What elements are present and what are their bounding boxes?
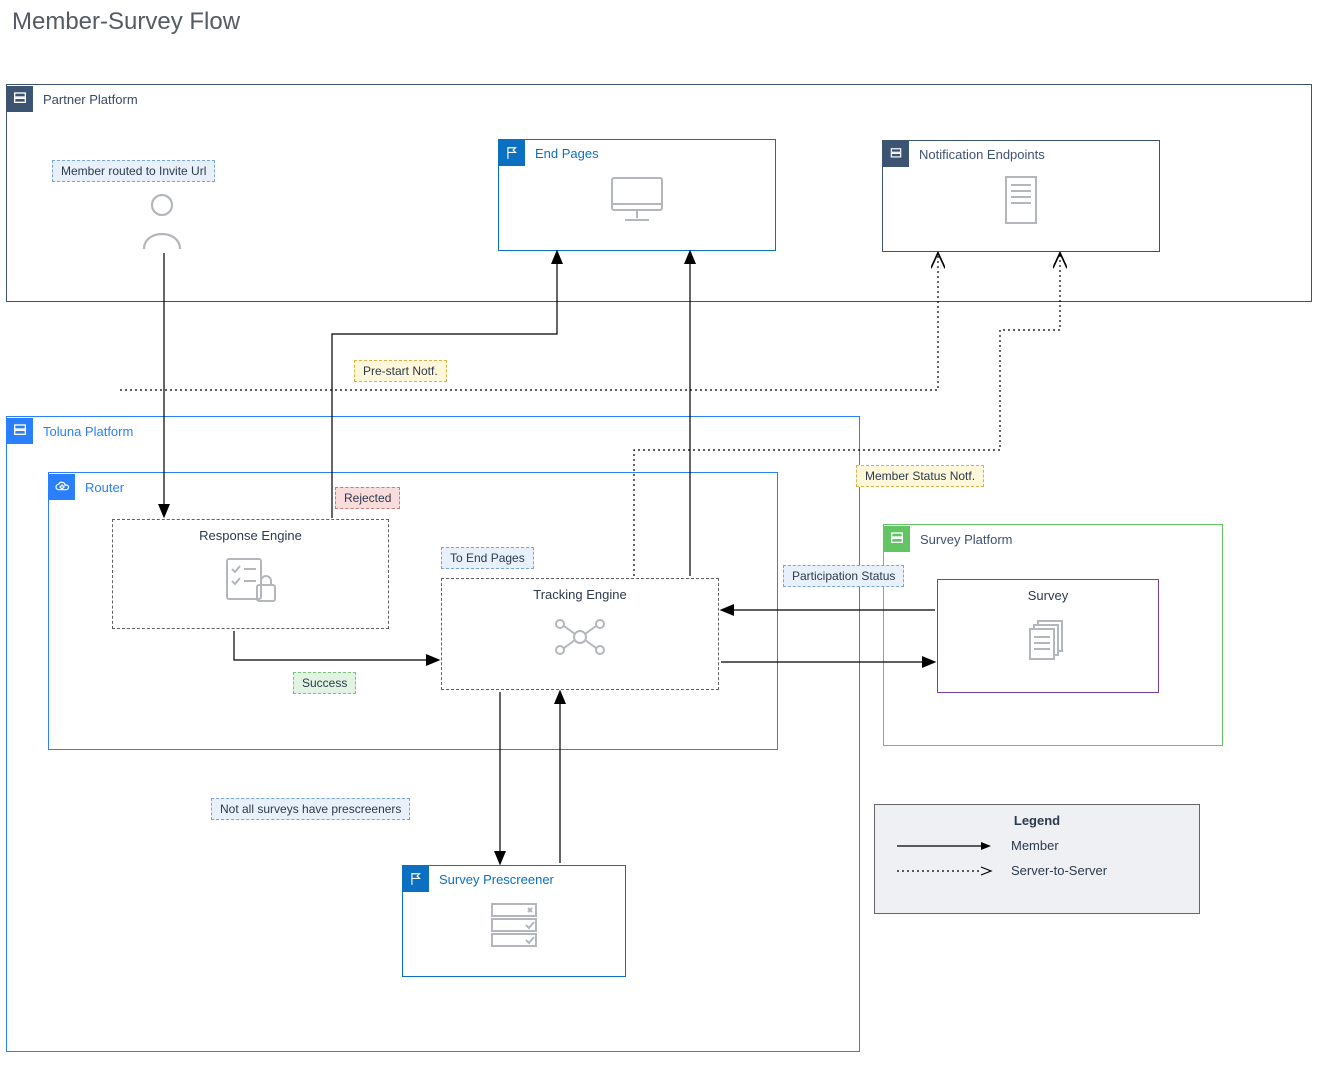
box-label: Survey — [1028, 588, 1068, 603]
box-response-engine: Response Engine — [112, 519, 389, 629]
box-notification-endpoints: Notification Endpoints — [882, 140, 1160, 252]
server-rack-icon — [883, 175, 1159, 225]
panel-label: Toluna Platform — [43, 424, 133, 439]
user-icon — [140, 193, 185, 254]
tag-member-routed: Member routed to Invite Url — [52, 160, 215, 182]
page-title: Member-Survey Flow — [12, 8, 240, 36]
tag-note-prescreeners: Not all surveys have prescreeners — [211, 798, 410, 820]
tag-rejected: Rejected — [335, 487, 400, 509]
tag-success: Success — [293, 672, 356, 694]
panel-label: Survey Platform — [920, 532, 1012, 547]
tag-member-status: Member Status Notf. — [856, 465, 984, 487]
checklist-lock-icon — [223, 555, 279, 608]
server-icon — [883, 141, 909, 167]
box-label: Notification Endpoints — [919, 147, 1045, 162]
panel-label: Router — [85, 480, 124, 495]
flag-icon — [499, 140, 525, 166]
tag-to-end-pages: To End Pages — [441, 547, 534, 569]
legend-box: Legend Member Server-to-Server — [874, 804, 1200, 914]
server-icon — [884, 526, 910, 552]
arrow-dotted-icon — [895, 865, 995, 877]
list-check-icon — [403, 900, 625, 950]
documents-icon — [1024, 615, 1072, 666]
box-end-pages: End Pages — [498, 139, 776, 251]
box-label: Response Engine — [199, 528, 302, 543]
box-tracking-engine: Tracking Engine — [441, 578, 719, 690]
cloud-icon — [49, 474, 75, 500]
server-icon — [7, 418, 33, 444]
tag-pre-start: Pre-start Notf. — [354, 360, 447, 382]
box-survey: Survey — [937, 579, 1159, 693]
tag-participation-status: Participation Status — [783, 565, 904, 587]
box-label: Tracking Engine — [533, 587, 626, 602]
legend-title: Legend — [875, 805, 1199, 834]
box-label: Survey Prescreener — [439, 872, 554, 887]
server-icon — [7, 86, 33, 112]
network-icon — [552, 614, 608, 663]
legend-member: Member — [1011, 838, 1059, 853]
box-survey-prescreener: Survey Prescreener — [402, 865, 626, 977]
flag-icon — [403, 866, 429, 892]
monitor-icon — [499, 174, 775, 226]
box-label: End Pages — [535, 146, 599, 161]
arrow-solid-icon — [895, 840, 995, 852]
legend-s2s: Server-to-Server — [1011, 863, 1107, 878]
panel-label: Partner Platform — [43, 92, 138, 107]
